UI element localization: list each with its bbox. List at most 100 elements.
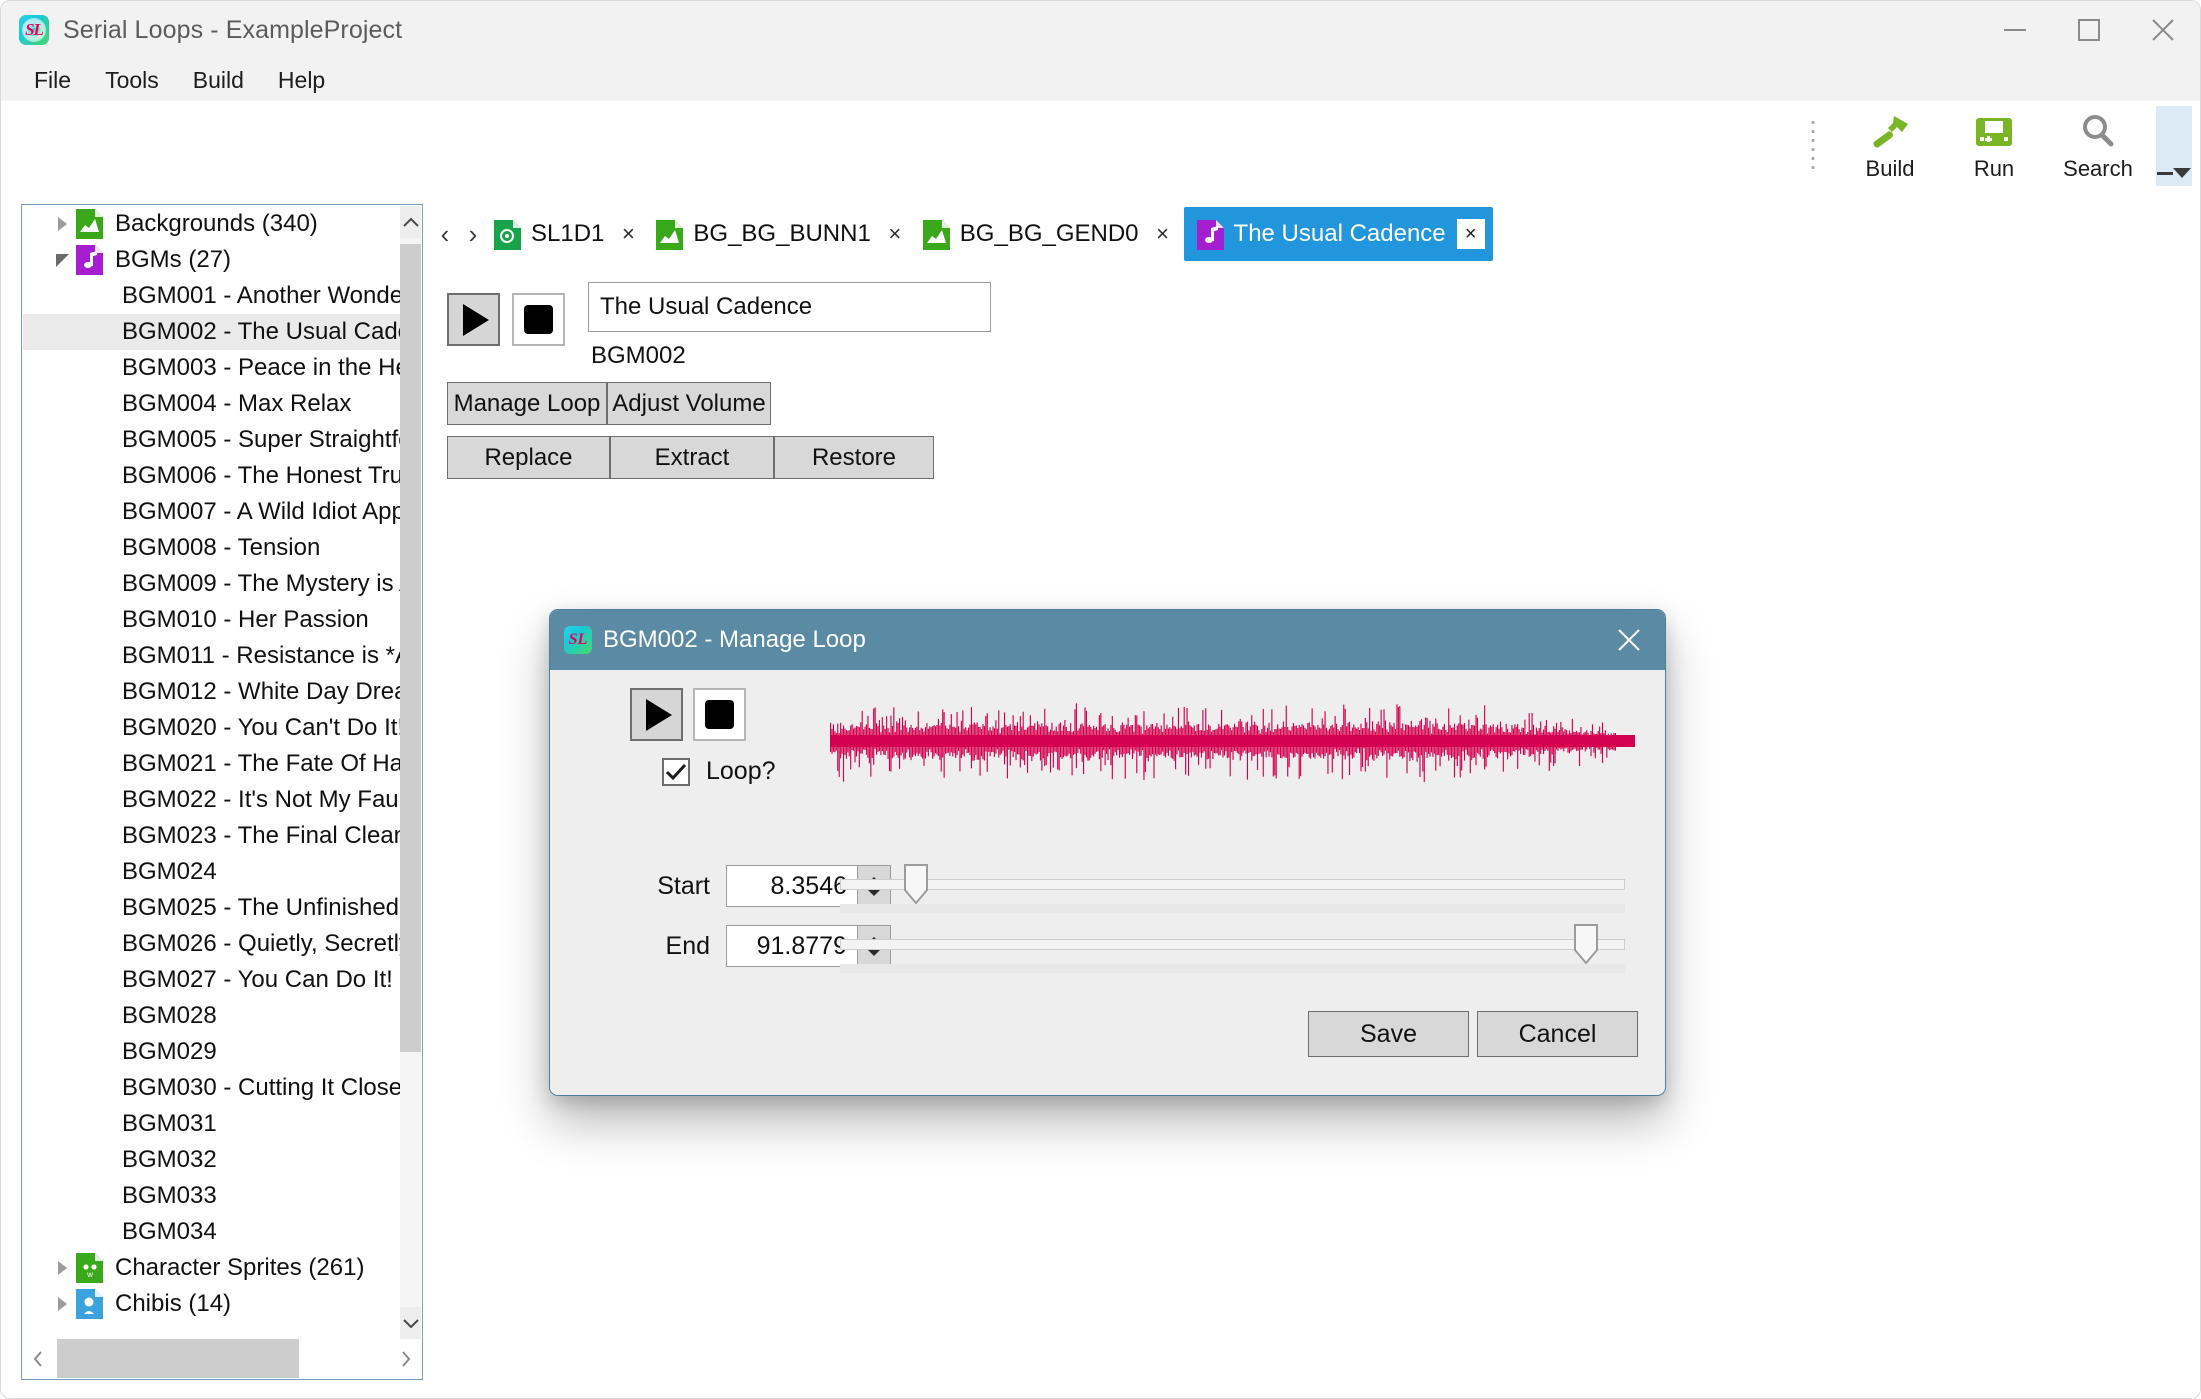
tree-item-label: BGM006 - The Honest Truth bbox=[122, 462, 400, 489]
start-slider-track[interactable] bbox=[840, 879, 1625, 890]
tab-forward-button[interactable]: › bbox=[459, 212, 487, 256]
menu-item-file[interactable]: File bbox=[17, 64, 88, 97]
tree-group-row[interactable]: Chibis (14) bbox=[23, 1286, 400, 1322]
maximize-icon[interactable] bbox=[2052, 1, 2126, 59]
overflow-chevron-icon[interactable] bbox=[2156, 106, 2192, 186]
build-button[interactable]: Build bbox=[1838, 103, 1942, 189]
end-slider[interactable] bbox=[840, 923, 1625, 973]
tree-group-row[interactable]: w Character Sprites (261) bbox=[23, 1250, 400, 1286]
end-slider-thumb[interactable] bbox=[1574, 924, 1599, 964]
tab-close-icon[interactable]: × bbox=[1456, 219, 1485, 249]
loop-checkbox[interactable] bbox=[662, 757, 690, 786]
stop-icon[interactable] bbox=[693, 688, 746, 741]
tree-item-row[interactable]: BGM024 bbox=[23, 854, 400, 890]
scroll-up-icon[interactable] bbox=[400, 206, 421, 238]
tab-back-button[interactable]: ‹ bbox=[431, 212, 459, 256]
close-icon[interactable] bbox=[2126, 1, 2200, 59]
play-icon[interactable] bbox=[630, 688, 683, 741]
chevron-right-icon[interactable] bbox=[49, 217, 75, 231]
tree-item-row[interactable]: BGM001 - Another Wonder bbox=[23, 278, 400, 314]
tree-item-row[interactable]: BGM029 bbox=[23, 1034, 400, 1070]
tree-item-row[interactable]: BGM025 - The Unfinished S bbox=[23, 890, 400, 926]
tab-close-icon[interactable]: × bbox=[1150, 221, 1176, 247]
tree-item-label: BGM021 - The Fate Of Hard bbox=[122, 750, 400, 777]
search-button-label: Search bbox=[2063, 156, 2133, 181]
end-slider-track[interactable] bbox=[840, 939, 1625, 950]
tree-item-row[interactable]: BGM003 - Peace in the Here bbox=[23, 350, 400, 386]
end-input[interactable]: 91.8779 bbox=[727, 926, 857, 966]
waveform-display[interactable] bbox=[830, 697, 1635, 787]
toolbar-grip[interactable] bbox=[1810, 118, 1816, 174]
start-slider[interactable] bbox=[840, 863, 1625, 913]
tree-item-row[interactable]: BGM032 bbox=[23, 1142, 400, 1178]
tree-item-row[interactable]: BGM028 bbox=[23, 998, 400, 1034]
tree-item-row[interactable]: BGM009 - The Mystery is A bbox=[23, 566, 400, 602]
start-input[interactable]: 8.3546 bbox=[727, 866, 857, 906]
tree-item-row[interactable]: BGM002 - The Usual Cadence bbox=[23, 314, 400, 350]
tree-vertical-scrollbar[interactable] bbox=[400, 206, 421, 1339]
menu-item-help[interactable]: Help bbox=[261, 64, 342, 97]
chevron-right-icon[interactable] bbox=[49, 1261, 75, 1275]
tree-item-row[interactable]: BGM006 - The Honest Truth bbox=[23, 458, 400, 494]
tree-item-row[interactable]: BGM030 - Cutting It Close! bbox=[23, 1070, 400, 1106]
tree-item-row[interactable]: BGM027 - You Can Do It! bbox=[23, 962, 400, 998]
scroll-right-icon[interactable] bbox=[391, 1339, 421, 1378]
tree-item-row[interactable]: BGM034 bbox=[23, 1214, 400, 1250]
editor-tab[interactable]: SL1D1 × bbox=[487, 208, 643, 260]
tree-item-row[interactable]: BGM031 bbox=[23, 1106, 400, 1142]
manage-loop-button[interactable]: Manage Loop bbox=[447, 382, 607, 425]
editor-tab[interactable]: The Usual Cadence × bbox=[1183, 207, 1493, 261]
tree-item-row[interactable]: BGM020 - You Can't Do It! bbox=[23, 710, 400, 746]
tab-close-icon[interactable]: × bbox=[882, 221, 908, 247]
tree-item-row[interactable]: BGM004 - Max Relax bbox=[23, 386, 400, 422]
scroll-down-icon[interactable] bbox=[400, 1307, 421, 1339]
menu-item-build[interactable]: Build bbox=[176, 64, 261, 97]
extract-button[interactable]: Extract bbox=[610, 436, 774, 479]
tree-item-row[interactable]: BGM033 bbox=[23, 1178, 400, 1214]
tree-hscroll-thumb[interactable] bbox=[57, 1339, 299, 1378]
tree-item-label: BGM001 - Another Wonder bbox=[122, 282, 400, 309]
tree-item-label: BGM009 - The Mystery is A bbox=[122, 570, 400, 597]
scroll-left-icon[interactable] bbox=[23, 1339, 53, 1378]
run-button[interactable]: Run bbox=[1942, 103, 2046, 189]
adjust-volume-button[interactable]: Adjust Volume bbox=[607, 382, 771, 425]
tree-item-row[interactable]: BGM026 - Quietly, Secretly bbox=[23, 926, 400, 962]
tree-item-row[interactable]: BGM021 - The Fate Of Hard bbox=[23, 746, 400, 782]
chevron-down-icon[interactable] bbox=[49, 253, 75, 267]
loop-checkbox-row[interactable]: Loop? bbox=[662, 757, 776, 786]
stop-icon[interactable] bbox=[512, 293, 565, 346]
play-icon[interactable] bbox=[447, 293, 500, 346]
cancel-button[interactable]: Cancel bbox=[1477, 1011, 1638, 1057]
tree-group-row[interactable]: Backgrounds (340) bbox=[23, 206, 400, 242]
editor-tab-label: BG_BG_GEND0 bbox=[959, 220, 1139, 247]
menu-item-tools[interactable]: Tools bbox=[88, 64, 176, 97]
save-button[interactable]: Save bbox=[1308, 1011, 1469, 1057]
minimize-icon[interactable] bbox=[1978, 1, 2052, 59]
editor-tab[interactable]: BG_BG_GEND0 × bbox=[916, 208, 1178, 260]
tab-close-icon[interactable]: × bbox=[615, 221, 641, 247]
tree-item-row[interactable]: BGM012 - White Day Dream bbox=[23, 674, 400, 710]
tree-horizontal-scrollbar[interactable] bbox=[23, 1339, 421, 1378]
bgm-name-input[interactable]: The Usual Cadence bbox=[588, 282, 991, 332]
restore-button[interactable]: Restore bbox=[774, 436, 934, 479]
replace-button[interactable]: Replace bbox=[447, 436, 610, 479]
tree-item-row[interactable]: BGM023 - The Final Cleanu bbox=[23, 818, 400, 854]
tree-item-row[interactable]: BGM005 - Super Straightfor bbox=[23, 422, 400, 458]
tree-scroll-thumb[interactable] bbox=[400, 244, 421, 1052]
tree-group-row[interactable]: BGMs (27) bbox=[23, 242, 400, 278]
tree-item-row[interactable]: BGM007 - A Wild Idiot App bbox=[23, 494, 400, 530]
tree-item-label: BGM032 bbox=[122, 1146, 217, 1173]
tree-item-label: BGM025 - The Unfinished S bbox=[122, 894, 400, 921]
tree-item-row[interactable]: BGM010 - Her Passion bbox=[23, 602, 400, 638]
chevron-right-icon[interactable] bbox=[49, 1297, 75, 1311]
search-button[interactable]: Search bbox=[2046, 103, 2150, 189]
start-slider-thumb[interactable] bbox=[903, 864, 928, 904]
ribbon-toolbar: Build Run Search bbox=[1, 101, 2200, 191]
editor-tab-label: The Usual Cadence bbox=[1233, 220, 1446, 247]
tree-item-row[interactable]: BGM022 - It's Not My Fault bbox=[23, 782, 400, 818]
tree-item-row[interactable]: BGM011 - Resistance is *Alw bbox=[23, 638, 400, 674]
tree-item-label: Backgrounds (340) bbox=[115, 210, 318, 237]
dialog-close-icon[interactable] bbox=[1593, 610, 1665, 670]
editor-tab[interactable]: BG_BG_BUNN1 × bbox=[649, 208, 909, 260]
tree-item-row[interactable]: BGM008 - Tension bbox=[23, 530, 400, 566]
